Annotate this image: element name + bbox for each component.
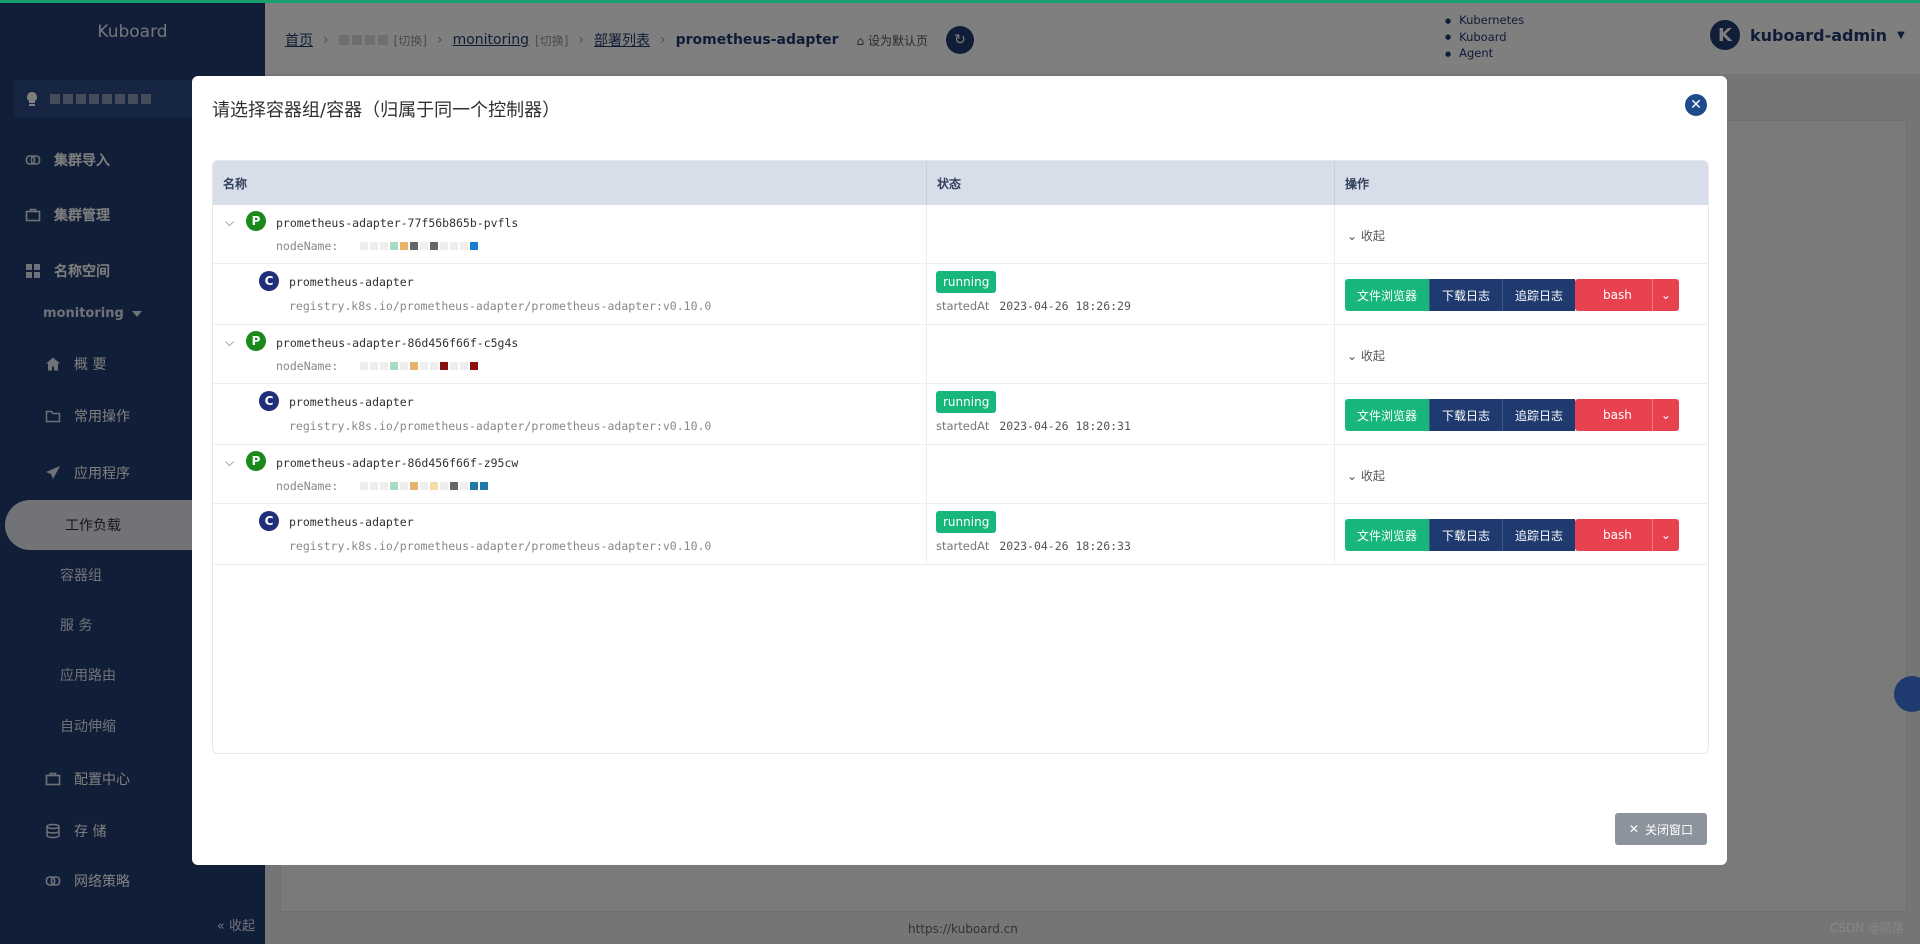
container-badge: C: [259, 271, 279, 291]
file-browser-button[interactable]: 文件浏览器: [1345, 279, 1430, 311]
chevron-down-icon[interactable]: ⌄: [1651, 399, 1679, 431]
action-group: 文件浏览器 下载日志 追踪日志 bash ⌄: [1345, 519, 1679, 551]
started-label: startedAt: [936, 539, 990, 553]
started-time: 2023-04-26 18:26:29: [999, 299, 1131, 313]
chevron-down-icon[interactable]: ⌄: [1651, 279, 1679, 311]
chevron-down-icon[interactable]: ⌵: [225, 455, 234, 470]
table-row: C prometheus-adapter registry.k8s.io/pro…: [213, 504, 1708, 565]
bash-button[interactable]: bash: [1575, 399, 1652, 431]
pod-badge: P: [246, 451, 266, 471]
close-window-label: 关闭窗口: [1644, 822, 1693, 837]
tail-log-button[interactable]: 追踪日志: [1502, 519, 1576, 551]
chevron-down-icon[interactable]: ⌄: [1651, 519, 1679, 551]
collapse-label: 收起: [1360, 469, 1385, 483]
table-row: ⌵ P prometheus-adapter-86d456f66f-c5g4s …: [213, 325, 1708, 384]
column-header-status: 状态: [927, 161, 1335, 205]
dialog-title: 请选择容器组/容器（归属于同一个控制器）: [212, 100, 561, 121]
column-header-actions: 操作: [1345, 176, 1370, 191]
file-browser-button[interactable]: 文件浏览器: [1345, 519, 1430, 551]
action-group: 文件浏览器 下载日志 追踪日志 bash ⌄: [1345, 399, 1679, 431]
node-name: nodeName:: [276, 359, 479, 373]
tail-log-button[interactable]: 追踪日志: [1502, 399, 1576, 431]
pod-name: prometheus-adapter-77f56b865b-pvfls: [276, 216, 519, 230]
file-browser-button[interactable]: 文件浏览器: [1345, 399, 1430, 431]
container-image: registry.k8s.io/prometheus-adapter/prome…: [289, 299, 712, 313]
started-time: 2023-04-26 18:26:33: [999, 539, 1131, 553]
container-image: registry.k8s.io/prometheus-adapter/prome…: [289, 419, 712, 433]
container-name: prometheus-adapter: [289, 515, 414, 529]
collapse-toggle[interactable]: ⌄ 收起: [1347, 227, 1385, 244]
top-accent-line: [0, 0, 1920, 3]
started-label: startedAt: [936, 419, 990, 433]
container-badge: C: [259, 511, 279, 531]
node-name: nodeName:: [276, 239, 479, 253]
close-icon: ✕: [1628, 822, 1639, 836]
started-at: startedAt 2023-04-26 18:20:31: [936, 419, 1131, 433]
pod-container-table: 名称 状态 操作 ⌵ P prometheus-adapter-77f56b86…: [212, 160, 1709, 754]
tail-log-button[interactable]: 追踪日志: [1502, 279, 1576, 311]
table-row: ⌵ P prometheus-adapter-86d456f66f-z95cw …: [213, 445, 1708, 504]
started-at: startedAt 2023-04-26 18:26:29: [936, 299, 1131, 313]
chevron-down-icon: ⌄: [1347, 229, 1358, 243]
download-log-button[interactable]: 下载日志: [1429, 279, 1503, 311]
pod-name: prometheus-adapter-86d456f66f-z95cw: [276, 456, 519, 470]
container-name: prometheus-adapter: [289, 395, 414, 409]
column-header-name: 名称: [213, 161, 927, 205]
pod-name: prometheus-adapter-86d456f66f-c5g4s: [276, 336, 519, 350]
watermark: CSDN @陨落: [1829, 921, 1904, 935]
action-group: 文件浏览器 下载日志 追踪日志 bash ⌄: [1345, 279, 1679, 311]
node-label: nodeName:: [276, 359, 339, 373]
chevron-down-icon: ⌄: [1347, 349, 1358, 363]
table-row: ⌵ P prometheus-adapter-77f56b865b-pvfls …: [213, 205, 1708, 264]
select-container-dialog: 请选择容器组/容器（归属于同一个控制器） ✕ 名称 状态 操作 ⌵ P prom…: [192, 76, 1727, 865]
node-name-masked: [360, 242, 479, 250]
chevron-down-icon: ⌄: [1347, 469, 1358, 483]
collapse-toggle[interactable]: ⌄ 收起: [1347, 347, 1385, 364]
started-time: 2023-04-26 18:20:31: [999, 419, 1131, 433]
started-at: startedAt 2023-04-26 18:26:33: [936, 539, 1131, 553]
collapse-label: 收起: [1360, 349, 1385, 363]
chevron-down-icon[interactable]: ⌵: [225, 335, 234, 350]
bash-button[interactable]: bash: [1575, 519, 1652, 551]
download-log-button[interactable]: 下载日志: [1429, 399, 1503, 431]
container-name: prometheus-adapter: [289, 275, 414, 289]
pod-badge: P: [246, 331, 266, 351]
container-badge: C: [259, 391, 279, 411]
status-badge: running: [936, 511, 997, 533]
container-image: registry.k8s.io/prometheus-adapter/prome…: [289, 539, 712, 553]
node-label: nodeName:: [276, 479, 339, 493]
status-badge: running: [936, 391, 997, 413]
close-icon[interactable]: ✕: [1685, 94, 1707, 116]
close-window-button[interactable]: ✕ 关闭窗口: [1614, 813, 1707, 845]
download-log-button[interactable]: 下载日志: [1429, 519, 1503, 551]
node-name-masked: [360, 362, 479, 370]
node-label: nodeName:: [276, 239, 339, 253]
collapse-toggle[interactable]: ⌄ 收起: [1347, 467, 1385, 484]
node-name-masked: [360, 482, 489, 490]
chevron-down-icon[interactable]: ⌵: [225, 215, 234, 230]
pod-badge: P: [246, 211, 266, 231]
table-row: C prometheus-adapter registry.k8s.io/pro…: [213, 264, 1708, 325]
collapse-label: 收起: [1360, 229, 1385, 243]
table-header: 名称 状态 操作: [213, 161, 1708, 205]
bash-button[interactable]: bash: [1575, 279, 1652, 311]
status-badge: running: [936, 271, 997, 293]
started-label: startedAt: [936, 299, 990, 313]
table-row: C prometheus-adapter registry.k8s.io/pro…: [213, 384, 1708, 445]
node-name: nodeName:: [276, 479, 489, 493]
